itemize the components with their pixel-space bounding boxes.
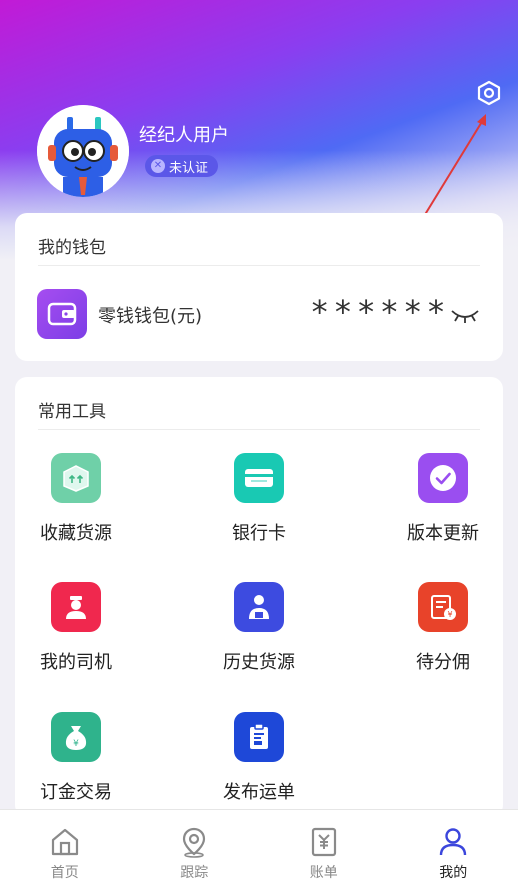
user-name: 经纪人用户: [139, 125, 229, 146]
tab-label: 账单: [309, 865, 338, 881]
tool-version-update[interactable]: 版本更新: [388, 453, 498, 563]
robot-avatar-icon: [37, 105, 129, 197]
person-package-icon: [234, 582, 284, 632]
bottom-tab-bar: 首页 跟踪 账单 我的: [0, 809, 518, 895]
tools-card: 常用工具 收藏货源 银行卡 版本更新 我的司机 历史货源 ¥ 待分佣 ¥ 订金交…: [15, 377, 503, 817]
wallet-title: 我的钱包: [38, 238, 106, 258]
svg-text:¥: ¥: [447, 610, 452, 619]
check-circle-icon: [418, 453, 468, 503]
tools-title: 常用工具: [38, 402, 106, 422]
tab-home[interactable]: 首页: [0, 810, 130, 895]
tool-label: 历史货源: [223, 652, 295, 673]
tool-label: 银行卡: [232, 523, 286, 544]
settings-button[interactable]: [474, 78, 504, 108]
bill-icon: ¥: [418, 582, 468, 632]
home-icon: [51, 828, 78, 856]
divider: [38, 429, 480, 430]
tool-label: 我的司机: [40, 652, 112, 673]
close-circle-icon: ✕: [151, 159, 165, 173]
tab-label: 我的: [439, 865, 468, 881]
wallet-card: 我的钱包 零钱钱包(元) ******: [15, 213, 503, 361]
wallet-icon[interactable]: [37, 289, 87, 339]
tool-publish-waybill[interactable]: 发布运单: [204, 712, 314, 822]
wallet-item-label[interactable]: 零钱钱包(元): [98, 302, 202, 328]
tool-deposit-trade[interactable]: ¥ 订金交易: [21, 712, 131, 822]
wallet-amount: ******: [310, 293, 450, 331]
yuan-bill-icon: [311, 827, 336, 857]
bank-card-icon: [234, 453, 284, 503]
toggle-visibility-button[interactable]: [450, 305, 480, 325]
tool-my-drivers[interactable]: 我的司机: [21, 582, 131, 692]
avatar[interactable]: [37, 105, 129, 197]
tool-label: 版本更新: [407, 523, 479, 544]
auth-status-badge[interactable]: ✕ 未认证: [145, 155, 219, 177]
tool-bank-card[interactable]: 银行卡: [204, 453, 314, 563]
tab-label: 首页: [50, 865, 79, 881]
location-pin-icon: [183, 827, 206, 858]
box-icon: [51, 453, 101, 503]
user-icon: [440, 828, 467, 856]
tool-label: 发布运单: [223, 782, 295, 803]
clipboard-truck-icon: [234, 712, 284, 762]
tool-pending-commission[interactable]: ¥ 待分佣: [388, 582, 498, 692]
auth-status-label: 未认证: [169, 160, 209, 176]
driver-icon: [51, 582, 101, 632]
tab-tracking[interactable]: 跟踪: [130, 810, 260, 895]
tool-favorite-cargo[interactable]: 收藏货源: [21, 453, 131, 563]
tool-label: 订金交易: [40, 782, 112, 803]
eye-closed-icon: [451, 310, 479, 323]
svg-text:¥: ¥: [73, 739, 79, 749]
tool-label: 待分佣: [416, 652, 470, 673]
tab-bills[interactable]: 账单: [259, 810, 389, 895]
settings-hexagon-icon: [477, 80, 501, 106]
wallet-glyph-icon: [47, 302, 77, 326]
tool-history-cargo[interactable]: 历史货源: [204, 582, 314, 692]
tab-label: 跟踪: [180, 865, 209, 881]
tool-label: 收藏货源: [40, 523, 112, 544]
money-bag-icon: ¥: [51, 712, 101, 762]
divider: [38, 265, 480, 266]
tab-mine[interactable]: 我的: [389, 810, 518, 895]
